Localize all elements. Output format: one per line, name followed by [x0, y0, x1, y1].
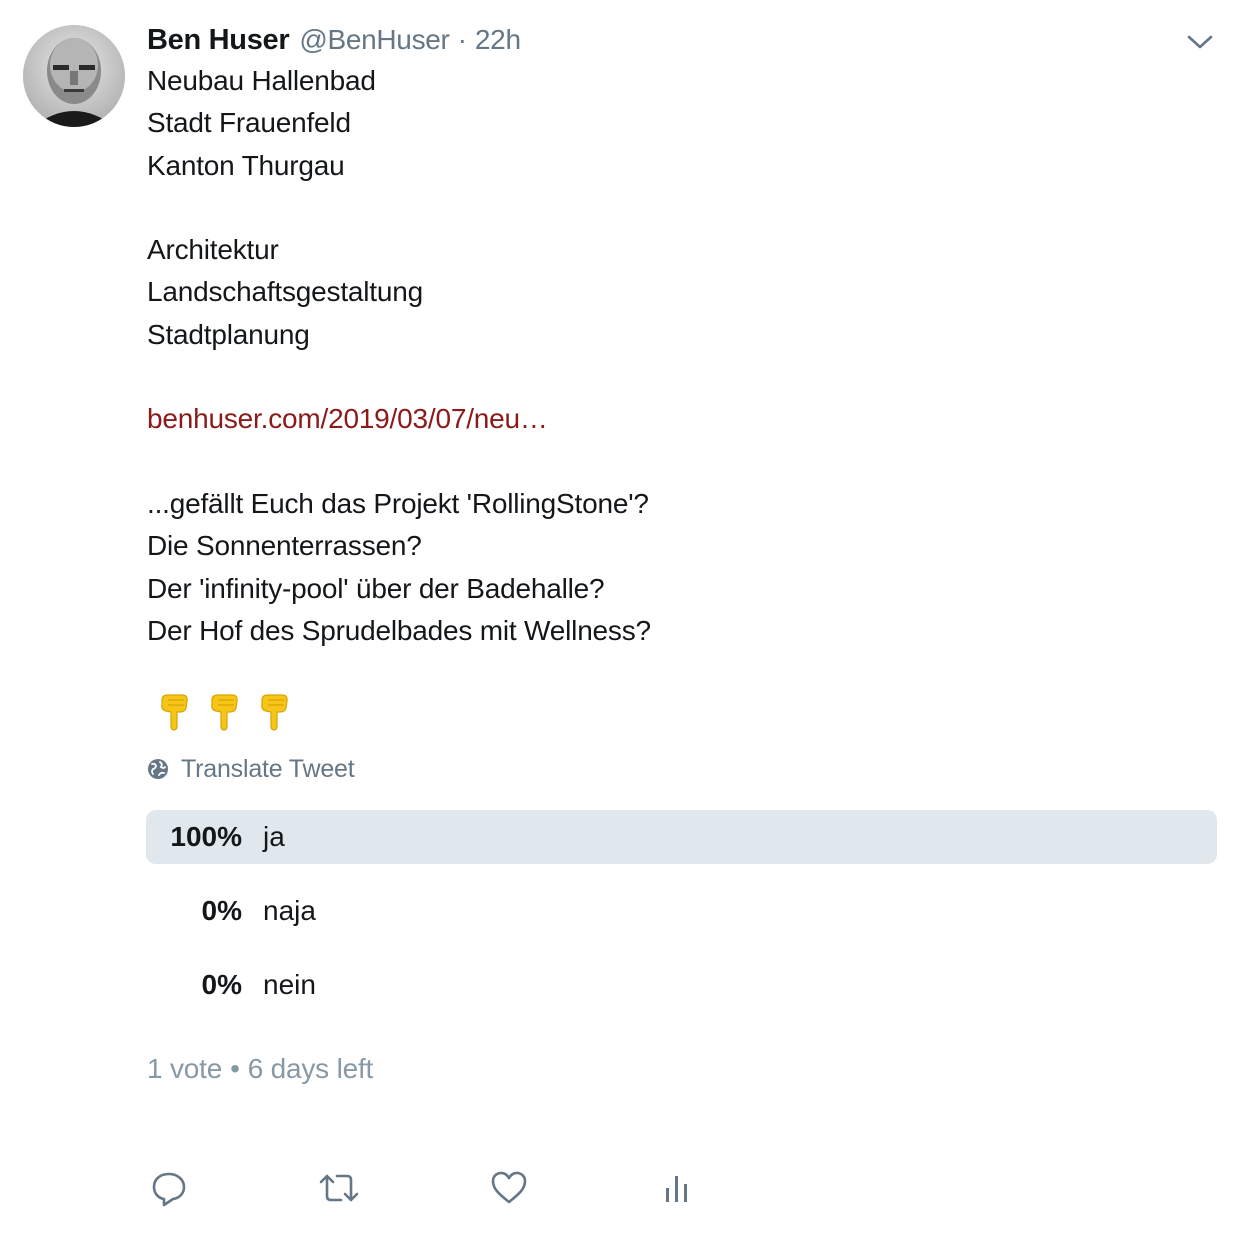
- translate-label: Translate Tweet: [181, 754, 355, 783]
- backhand-index-pointing-down-icon: [261, 694, 288, 731]
- reply-icon: [152, 1172, 186, 1207]
- backhand-index-pointing-down-icon: [211, 694, 238, 731]
- retweet-icon: [319, 1174, 359, 1202]
- tweet-line: Landschaftsgestaltung: [147, 276, 424, 308]
- tweet-line: Die Sonnenterrassen?: [147, 530, 422, 562]
- poll-bar: [146, 810, 1217, 864]
- poll-option-label: ja: [263, 821, 285, 852]
- analytics-icon: [666, 1176, 687, 1202]
- tweet-link[interactable]: benhuser.com/2019/03/07/neu…: [147, 403, 548, 434]
- avatar-photo: [23, 25, 125, 127]
- poll: 100% ja 0% naja 0% nein: [146, 810, 1217, 1032]
- poll-percent: 0%: [201, 895, 242, 926]
- translate-tweet-button[interactable]: Translate Tweet: [147, 752, 355, 786]
- poll-vote-count: 1 vote: [147, 1053, 223, 1084]
- tweet-actions: [147, 1168, 747, 1212]
- backhand-index-pointing-down-icon: [161, 694, 188, 731]
- tweet-line: Der 'infinity-pool' über der Badehalle?: [147, 572, 605, 604]
- tweet-line: Neubau Hallenbad: [147, 65, 376, 96]
- poll-meta-bullet: •: [230, 1053, 240, 1084]
- poll-percent: 0%: [201, 969, 242, 1000]
- poll-option[interactable]: 0% nein: [146, 958, 1217, 1012]
- retweet-button[interactable]: [317, 1168, 361, 1212]
- author-handle[interactable]: @BenHuser: [299, 24, 450, 56]
- analytics-button[interactable]: [657, 1168, 701, 1212]
- tweet-text: Neubau Hallenbad Stadt Frauenfeld Kanton…: [147, 60, 1217, 652]
- heart-icon: [491, 1171, 527, 1204]
- tweet-line: Kanton Thurgau: [147, 149, 345, 181]
- author-name[interactable]: Ben Huser: [147, 24, 290, 57]
- poll-option-label: nein: [263, 969, 316, 1000]
- like-button[interactable]: [489, 1168, 533, 1212]
- chevron-down-icon: [1187, 35, 1213, 49]
- poll-meta: 1 vote • 6 days left: [147, 1053, 373, 1085]
- poll-time-left: 6 days left: [247, 1053, 374, 1084]
- tweet-line: Der Hof des Sprudelbades mit Wellness?: [147, 614, 651, 646]
- reply-button[interactable]: [149, 1168, 193, 1212]
- tweet-line: ...gefällt Euch das Projekt 'RollingSton…: [147, 487, 649, 519]
- emoji-row: [156, 692, 292, 732]
- tweet-line: Stadt Frauenfeld: [147, 107, 351, 139]
- poll-option-label: naja: [263, 895, 316, 926]
- poll-option[interactable]: 100% ja: [146, 810, 1217, 864]
- poll-option[interactable]: 0% naja: [146, 884, 1217, 938]
- more-options-button[interactable]: [1184, 28, 1216, 56]
- tweet-line: Architektur: [147, 234, 279, 266]
- tweet-header: Ben Huser @BenHuser · 22h: [147, 20, 521, 60]
- avatar[interactable]: [23, 25, 125, 127]
- tweet-timestamp[interactable]: 22h: [475, 24, 521, 56]
- poll-percent: 100%: [170, 821, 242, 852]
- header-separator: ·: [457, 24, 467, 55]
- globe-icon: [148, 759, 168, 779]
- tweet-line: Stadtplanung: [147, 318, 310, 350]
